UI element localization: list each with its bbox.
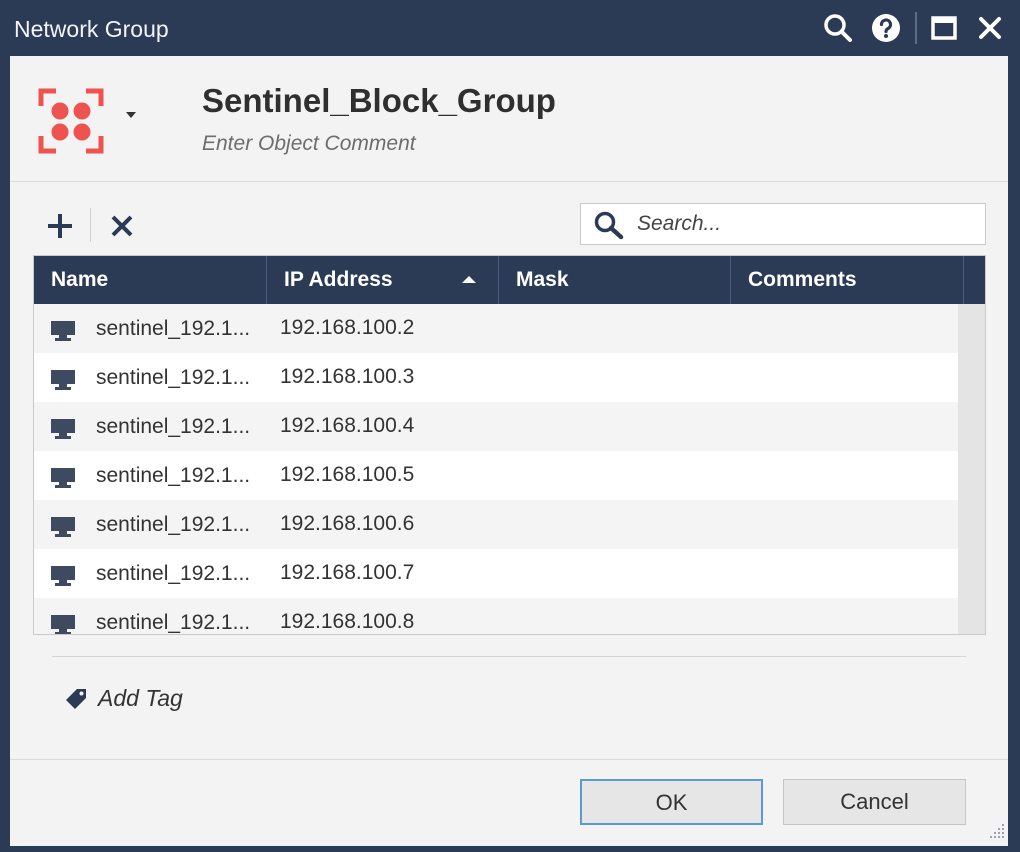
object-name[interactable]: Sentinel_Block_Group: [202, 82, 556, 120]
host-icon: [50, 369, 76, 391]
row-name: sentinel_192.1...: [96, 415, 251, 438]
sort-ascending-icon: [462, 276, 476, 283]
object-header: Sentinel_Block_Group Enter Object Commen…: [10, 56, 1008, 182]
row-name: sentinel_192.1...: [96, 562, 251, 585]
table-header: Name IP Address Mask Comments: [34, 256, 985, 304]
row-name: sentinel_192.1...: [96, 513, 251, 536]
table-row[interactable]: sentinel_192.1... 192.168.100.7: [34, 549, 958, 598]
row-ip-address: 192.168.100.3: [280, 365, 415, 388]
object-type-dropdown-caret[interactable]: [126, 112, 136, 118]
row-ip-address: 192.168.100.6: [280, 512, 415, 535]
add-member-button[interactable]: [44, 210, 76, 242]
maximize-icon[interactable]: [928, 12, 960, 44]
host-icon: [50, 320, 76, 342]
column-header-comments[interactable]: Comments: [731, 256, 964, 304]
add-tag-label: Add Tag: [98, 685, 183, 711]
row-name: sentinel_192.1...: [96, 611, 251, 634]
section-divider: [52, 656, 966, 657]
search-icon[interactable]: [822, 12, 854, 44]
tag-icon: [66, 689, 86, 709]
row-ip-address: 192.168.100.7: [280, 561, 415, 584]
plus-icon: [48, 214, 72, 238]
table-row[interactable]: sentinel_192.1... 192.168.100.5: [34, 451, 958, 500]
object-comment-field[interactable]: Enter Object Comment: [202, 132, 416, 156]
row-name: sentinel_192.1...: [96, 464, 251, 487]
host-icon: [50, 565, 76, 587]
network-group-window: Network Group Sentinel_Block_Group Enter…: [0, 0, 1020, 852]
toolbar-separator: [90, 208, 91, 242]
help-icon[interactable]: [870, 12, 902, 44]
members-table: Name IP Address Mask Comments sentinel_1…: [33, 255, 986, 635]
host-icon: [50, 418, 76, 440]
row-ip-address: 192.168.100.2: [280, 316, 415, 339]
host-icon: [50, 614, 76, 634]
table-row[interactable]: sentinel_192.1... 192.168.100.2: [34, 304, 958, 353]
title-bar[interactable]: Network Group: [0, 0, 1020, 56]
table-row[interactable]: sentinel_192.1... 192.168.100.6: [34, 500, 958, 549]
column-header-name[interactable]: Name: [34, 256, 267, 304]
row-ip-address: 192.168.100.4: [280, 414, 415, 437]
host-icon: [50, 516, 76, 538]
window-title: Network Group: [14, 16, 169, 42]
column-header-mask[interactable]: Mask: [499, 256, 731, 304]
row-name: sentinel_192.1...: [96, 317, 251, 340]
dialog-body: Sentinel_Block_Group Enter Object Commen…: [10, 56, 1008, 846]
ok-button[interactable]: OK: [580, 779, 763, 825]
row-name: sentinel_192.1...: [96, 366, 251, 389]
search-input[interactable]: [637, 208, 977, 240]
titlebar-separator: [915, 12, 917, 44]
close-icon[interactable]: [974, 12, 1006, 44]
cancel-button[interactable]: Cancel: [783, 779, 966, 825]
vertical-scrollbar[interactable]: [958, 304, 985, 634]
footer-divider: [10, 759, 1008, 760]
table-row[interactable]: sentinel_192.1... 192.168.100.3: [34, 353, 958, 402]
row-ip-address: 192.168.100.8: [280, 610, 415, 633]
table-row[interactable]: sentinel_192.1... 192.168.100.8: [34, 598, 958, 634]
remove-member-button[interactable]: [108, 211, 136, 241]
host-icon: [50, 467, 76, 489]
search-icon: [594, 211, 624, 240]
search-box[interactable]: [580, 203, 986, 245]
resize-grip-icon[interactable]: [986, 820, 1006, 842]
table-row[interactable]: sentinel_192.1... 192.168.100.4: [34, 402, 958, 451]
network-group-icon[interactable]: [38, 88, 104, 154]
row-ip-address: 192.168.100.5: [280, 463, 415, 486]
column-header-ip-address[interactable]: IP Address: [267, 256, 499, 304]
x-icon: [111, 215, 133, 237]
